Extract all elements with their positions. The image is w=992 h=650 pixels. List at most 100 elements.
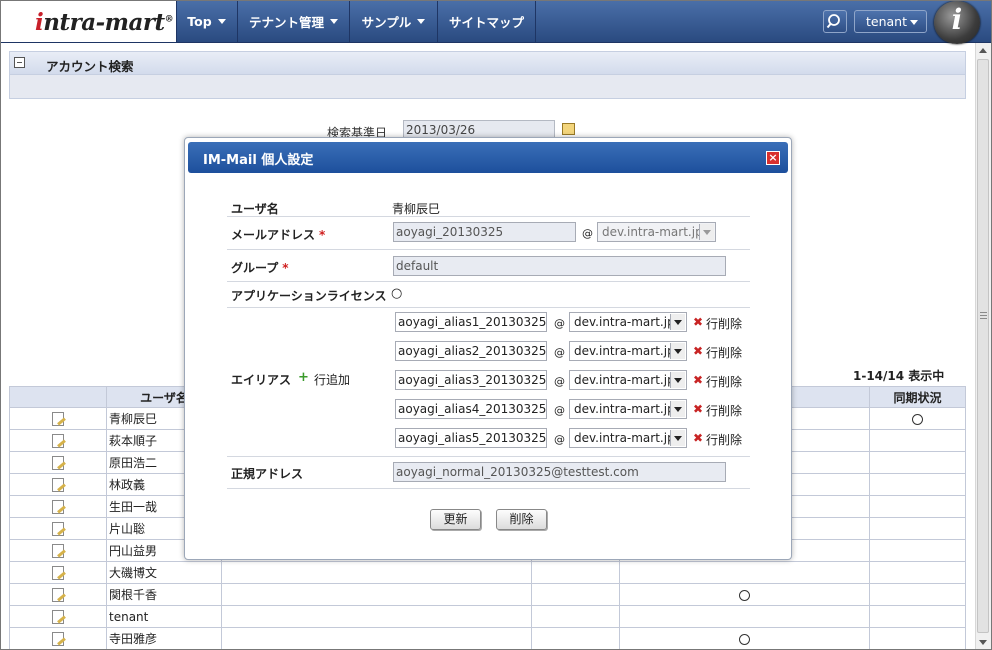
table-row[interactable]: 大磯博文 [9,561,966,584]
edit-icon[interactable] [52,609,64,624]
edit-cell[interactable] [9,627,107,649]
user-menu-button[interactable]: tenant [854,10,927,33]
edit-icon[interactable] [52,631,64,646]
edit-cell[interactable] [9,407,107,430]
search-button[interactable] [823,10,847,33]
delete-row-link[interactable]: 行削除 [706,344,742,361]
edit-icon[interactable] [52,499,64,514]
group-input[interactable]: default [393,256,726,276]
username-cell[interactable]: 関根千香 [106,583,222,606]
table-row[interactable]: 寺田雅彦 [9,627,966,649]
edit-icon[interactable] [52,521,64,536]
alias-input[interactable]: aoyagi_alias5_20130325 [395,428,547,448]
nav-top[interactable]: Top [176,1,238,42]
table-row[interactable]: 関根千香 [9,583,966,606]
chevron-down-icon [217,19,226,24]
username-cell[interactable]: 寺田雅彦 [106,627,222,649]
alias-domain-select[interactable]: dev.intra-mart.jp [569,341,687,361]
application-license-label: アプリケーションライセンス [231,289,387,303]
add-icon[interactable]: + [298,370,309,385]
scroll-up-arrow-icon[interactable] [979,48,987,53]
edit-icon[interactable] [52,411,64,426]
username-cell[interactable]: 大磯博文 [106,561,222,584]
table-cell [531,583,620,606]
license-status-icon [739,633,750,645]
delete-row-icon[interactable]: ✖ [693,315,703,329]
calendar-icon[interactable] [562,123,575,135]
nav-tenant-management[interactable]: テナント管理 [238,1,350,42]
edit-cell[interactable] [9,495,107,518]
edit-icon[interactable] [52,565,64,580]
delete-row-icon[interactable]: ✖ [693,402,703,416]
sync-status-cell [869,627,966,649]
normal-address-label: 正規アドレス [231,467,304,481]
edit-cell[interactable] [9,473,107,496]
logo-i: i [35,9,44,36]
edit-cell[interactable] [9,561,107,584]
page-title-bar: アカウント検索 [9,51,966,75]
at-sign: @ [554,317,565,330]
scroll-grip-line [980,312,987,313]
delete-row-link[interactable]: 行削除 [706,402,742,419]
alias-domain-select[interactable]: dev.intra-mart.jp [569,312,687,332]
alias-domain-select[interactable]: dev.intra-mart.jp [569,399,687,419]
edit-icon[interactable] [52,433,64,448]
intra-mart-logo[interactable]: intra-mart® [1,1,177,42]
chevron-down-icon [670,401,685,417]
table-cell [531,561,620,584]
update-button[interactable]: 更新 [430,509,481,530]
delete-row-link[interactable]: 行削除 [706,431,742,448]
alias-add-link[interactable]: 行追加 [314,371,350,388]
nav-sample[interactable]: サンプル [350,1,438,42]
edit-icon[interactable] [52,477,64,492]
delete-row-icon[interactable]: ✖ [693,373,703,387]
sync-status-cell [869,561,966,584]
sync-status-cell [869,539,966,562]
mail-domain-select[interactable]: dev.intra-mart.jp [597,222,716,242]
edit-cell[interactable] [9,605,107,628]
at-sign: @ [582,227,593,240]
divider [227,216,750,217]
user-label: tenant [866,14,907,29]
mail-address-label: メールアドレス * [231,228,326,242]
collapse-icon[interactable] [14,57,25,68]
application-license-value: ○ [391,286,403,301]
alias-domain-select[interactable]: dev.intra-mart.jp [569,370,687,390]
im-badge-logo[interactable]: i [934,1,980,44]
delete-row-icon[interactable]: ✖ [693,431,703,445]
edit-cell[interactable] [9,517,107,540]
edit-icon[interactable] [52,455,64,470]
alias-input[interactable]: aoyagi_alias2_20130325 [395,341,547,361]
table-cell [531,605,620,628]
delete-row-icon[interactable]: ✖ [693,344,703,358]
username-value: 青柳辰巳 [392,202,441,216]
scrollbar-thumb[interactable] [977,59,989,633]
alias-domain-select[interactable]: dev.intra-mart.jp [569,428,687,448]
edit-cell[interactable] [9,539,107,562]
alias-input[interactable]: aoyagi_alias1_20130325 [395,312,547,332]
edit-icon[interactable] [52,587,64,602]
edit-icon[interactable] [52,543,64,558]
mail-address-input[interactable]: aoyagi_20130325 [393,222,576,242]
sync-status-cell [869,429,966,452]
sync-status-cell [869,605,966,628]
alias-input[interactable]: aoyagi_alias4_20130325 [395,399,547,419]
chevron-down-icon [330,19,338,24]
edit-cell[interactable] [9,451,107,474]
license-status-icon [739,589,750,601]
delete-row-link[interactable]: 行削除 [706,373,742,390]
scroll-grip-line [980,315,987,316]
edit-cell[interactable] [9,583,107,606]
delete-button[interactable]: 削除 [496,509,547,530]
username-cell[interactable]: tenant [106,605,222,628]
table-row[interactable]: tenant [9,605,966,628]
normal-address-input[interactable]: aoyagi_normal_20130325@testtest.com [393,462,726,482]
alias-input[interactable]: aoyagi_alias3_20130325 [395,370,547,390]
nav-sitemap[interactable]: サイトマップ [438,1,536,42]
edit-cell[interactable] [9,429,107,452]
divider [227,281,750,282]
close-icon[interactable]: × [766,151,780,165]
scroll-down-arrow-icon[interactable] [979,640,987,645]
delete-row-link[interactable]: 行削除 [706,315,742,332]
table-cell [221,561,532,584]
